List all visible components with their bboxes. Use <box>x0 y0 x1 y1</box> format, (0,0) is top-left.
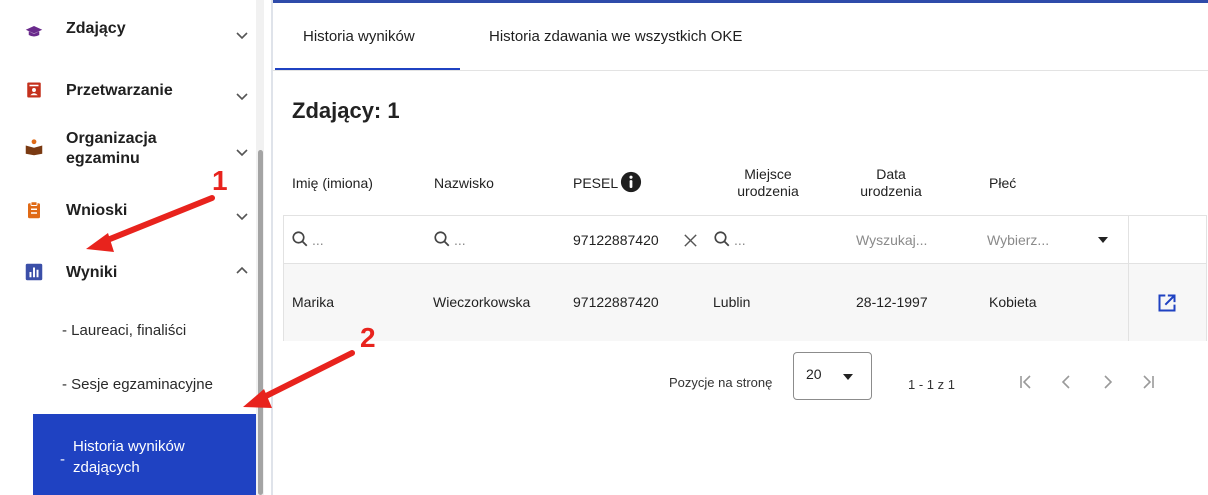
cell-last-name: Wieczorkowska <box>433 294 531 310</box>
sidebar-item-label: Organizacja egzaminu <box>66 130 157 167</box>
annotation-number-2: 2 <box>360 322 376 353</box>
chevron-down-icon <box>236 32 248 40</box>
action-column-divider <box>1128 216 1129 341</box>
top-accent-line <box>273 0 1208 3</box>
filter-placeholder: ... <box>454 232 466 248</box>
cell-birthdate: 28-12-1997 <box>856 294 928 310</box>
sidebar-item-label: Przetwarzanie <box>66 82 173 99</box>
previous-page-icon[interactable] <box>1058 374 1074 390</box>
sidebar-subitem-laureaci[interactable]: - Laureaci, finaliści <box>62 322 186 339</box>
info-icon[interactable] <box>620 171 642 193</box>
filter-placeholder: ... <box>734 232 746 248</box>
column-header-last-name[interactable]: Nazwisko <box>434 175 494 192</box>
search-icon <box>434 231 450 247</box>
filter-birthdate[interactable]: Wyszukaj... <box>856 232 927 248</box>
sidebar-item-zdajacy[interactable]: Zdający <box>0 0 252 50</box>
search-icon <box>714 231 730 247</box>
sidebar-subitem-dash: - <box>60 451 65 468</box>
sidebar-item-label: Wyniki <box>66 264 118 281</box>
sidebar-subitem-label: Historia wyników zdających <box>73 438 185 476</box>
dropdown-arrow-icon <box>843 374 853 380</box>
sidebar-item-wyniki[interactable]: Wyniki <box>0 252 252 292</box>
last-page-icon[interactable] <box>1140 374 1156 390</box>
per-page-select[interactable]: 20 <box>793 352 872 400</box>
main-content: Historia wyników Historia zdawania we ws… <box>273 0 1208 495</box>
per-page-value: 20 <box>806 366 822 382</box>
filter-pesel-value: 97122887420 <box>573 232 659 248</box>
tab-historia-wynikow[interactable]: Historia wyników <box>303 28 415 45</box>
sidebar-item-label: Wnioski <box>66 202 128 219</box>
chevron-down-icon <box>236 149 248 157</box>
column-header-first-name[interactable]: Imię (imiona) <box>292 175 373 192</box>
first-page-icon[interactable] <box>1018 374 1034 390</box>
cell-pesel: 97122887420 <box>573 294 659 310</box>
id-card-icon <box>27 82 41 98</box>
annotation-number-1: 1 <box>212 165 228 196</box>
filter-gender-select[interactable]: Wybierz... <box>987 228 1117 252</box>
clipboard-icon <box>28 201 40 219</box>
sidebar-item-wnioski[interactable]: Wnioski <box>0 192 252 232</box>
column-header-birthplace[interactable]: Miejsce urodzenia <box>723 166 813 200</box>
sidebar-item-przetwarzanie[interactable]: Przetwarzanie <box>0 72 252 112</box>
filter-placeholder: ... <box>312 232 324 248</box>
column-header-pesel[interactable]: PESEL <box>573 175 618 192</box>
person-reading-icon <box>25 139 43 156</box>
sidebar-subitem-historia-wynikow[interactable]: - Historia wyników zdających <box>33 414 258 495</box>
page-title: Zdający: 1 <box>292 98 400 123</box>
graduation-cap-icon <box>25 26 43 37</box>
clear-icon[interactable] <box>682 232 699 249</box>
next-page-icon[interactable] <box>1100 374 1116 390</box>
filter-last-name[interactable]: ... <box>433 228 553 252</box>
sidebar-item-label: Zdający <box>66 20 126 37</box>
filter-first-name[interactable]: ... <box>291 228 411 252</box>
tab-divider <box>273 70 1208 71</box>
sidebar-subitem-sesje-egzaminacyjne[interactable]: - Sesje egzaminacyjne <box>62 376 213 393</box>
filter-birthplace[interactable]: ... <box>713 228 833 252</box>
chevron-up-icon <box>236 266 248 274</box>
search-icon <box>292 231 308 247</box>
chevron-down-icon <box>236 213 248 221</box>
cell-first-name: Marika <box>292 294 335 310</box>
open-details-icon[interactable] <box>1157 293 1177 313</box>
cell-gender: Kobieta <box>989 294 1037 310</box>
filter-pesel[interactable]: 97122887420 <box>573 228 703 252</box>
chevron-down-icon <box>236 93 248 101</box>
column-header-gender[interactable]: Płeć <box>989 175 1016 192</box>
tab-historia-zdawania[interactable]: Historia zdawania we wszystkich OKE <box>489 28 742 45</box>
per-page-label: Pozycje na stronę <box>669 375 773 390</box>
bar-chart-icon <box>25 263 43 281</box>
dropdown-arrow-icon <box>1098 237 1108 243</box>
filter-placeholder: Wybierz... <box>987 232 1050 248</box>
sidebar-scrollbar-thumb[interactable] <box>258 150 263 495</box>
sidebar: Zdający Przetwarzanie Organizacja egzami… <box>0 0 264 495</box>
app-root: Zdający Przetwarzanie Organizacja egzami… <box>0 0 1208 495</box>
cell-birthplace: Lublin <box>713 294 751 310</box>
column-header-birthdate[interactable]: Data urodzenia <box>851 166 931 200</box>
pagination-range: 1 - 1 z 1 <box>908 377 955 392</box>
